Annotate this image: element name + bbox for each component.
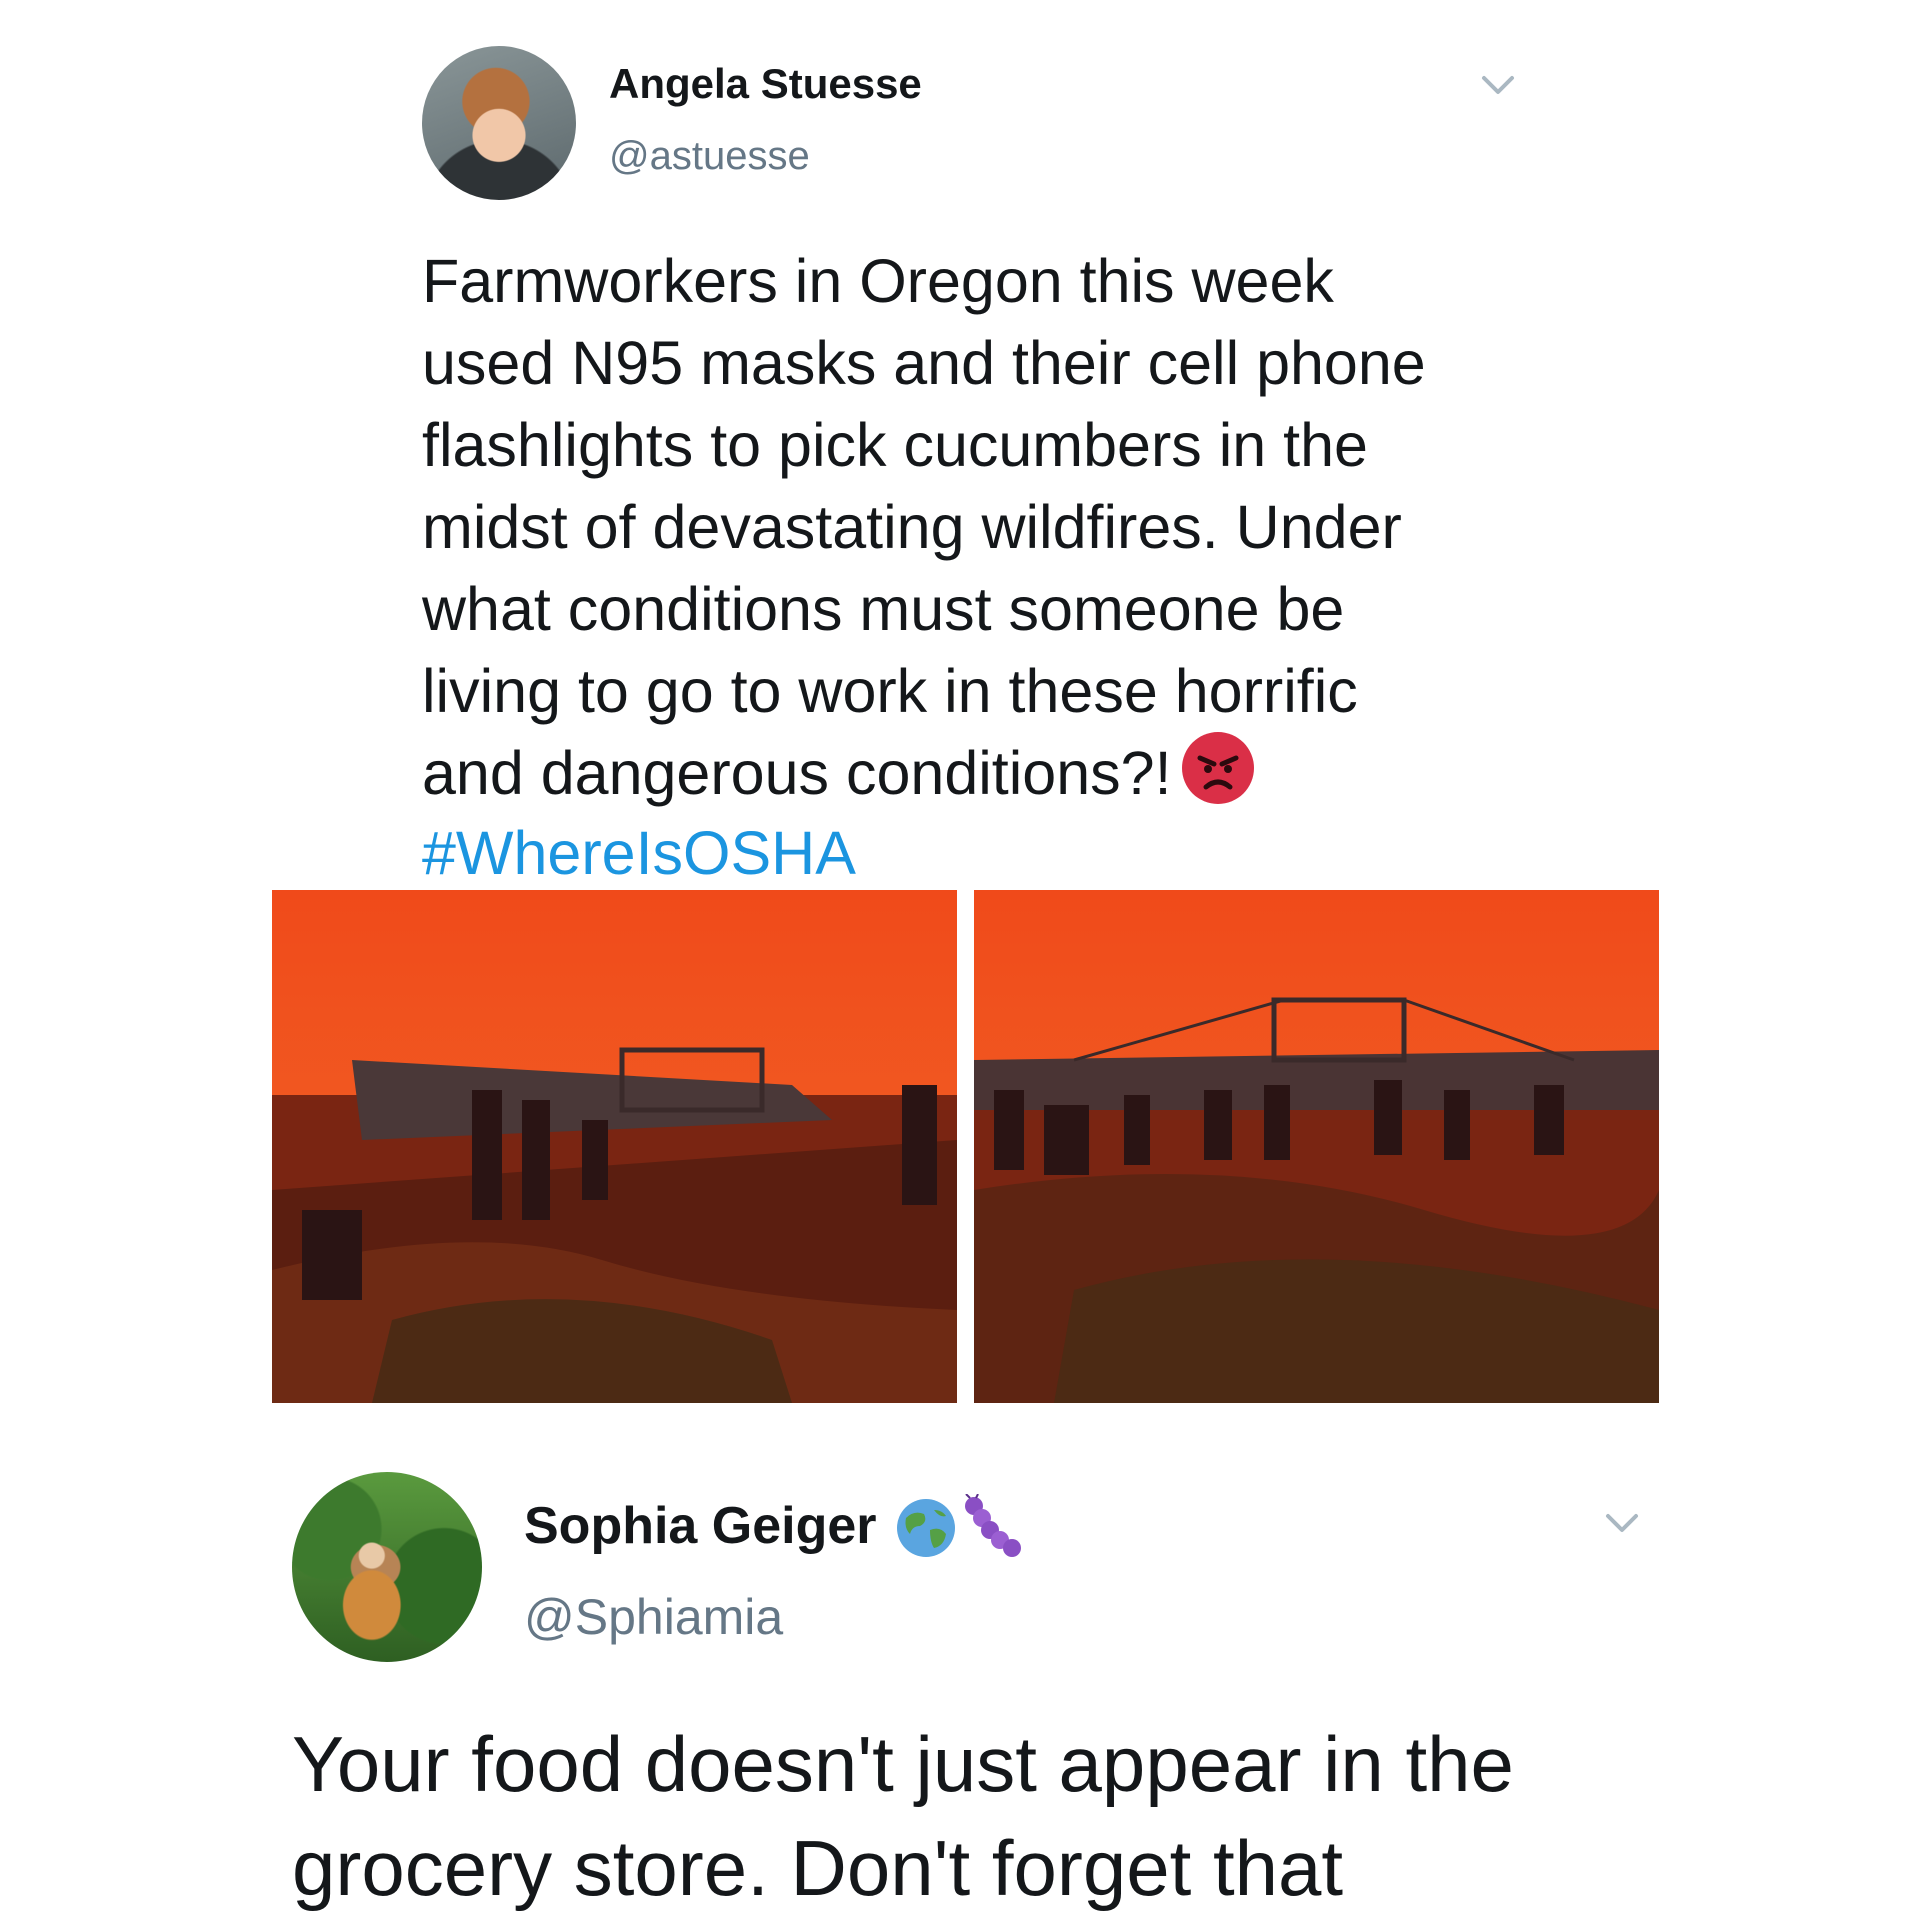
author-name[interactable]: Sophia Geiger — [524, 1496, 877, 1556]
farm-field-photo[interactable] — [974, 890, 1659, 1403]
author-handle[interactable]: @astuesse — [609, 134, 810, 179]
tweet-text-body: Farmworkers in Oregon this week used N95… — [422, 247, 1426, 807]
avatar-sophia[interactable] — [292, 1472, 482, 1662]
tweet-text: Your food doesn't just appear in the gro… — [292, 1720, 1514, 1912]
author-name[interactable]: Angela Stuesse — [609, 60, 922, 108]
avatar-angela[interactable] — [422, 46, 576, 200]
chevron-down-icon[interactable] — [1602, 1508, 1642, 1536]
chevron-down-icon[interactable] — [1478, 70, 1518, 98]
caterpillar-icon — [965, 1494, 1021, 1557]
angry-face-icon — [1181, 732, 1254, 804]
globe-icon — [897, 1499, 955, 1557]
tweet-text: Farmworkers in Oregon this week used N95… — [422, 240, 1502, 814]
author-handle[interactable]: @Sphiamia — [524, 1588, 783, 1646]
farm-field-photo[interactable] — [272, 890, 957, 1403]
hashtag-link[interactable]: #WhereIsOSHA — [422, 812, 856, 894]
